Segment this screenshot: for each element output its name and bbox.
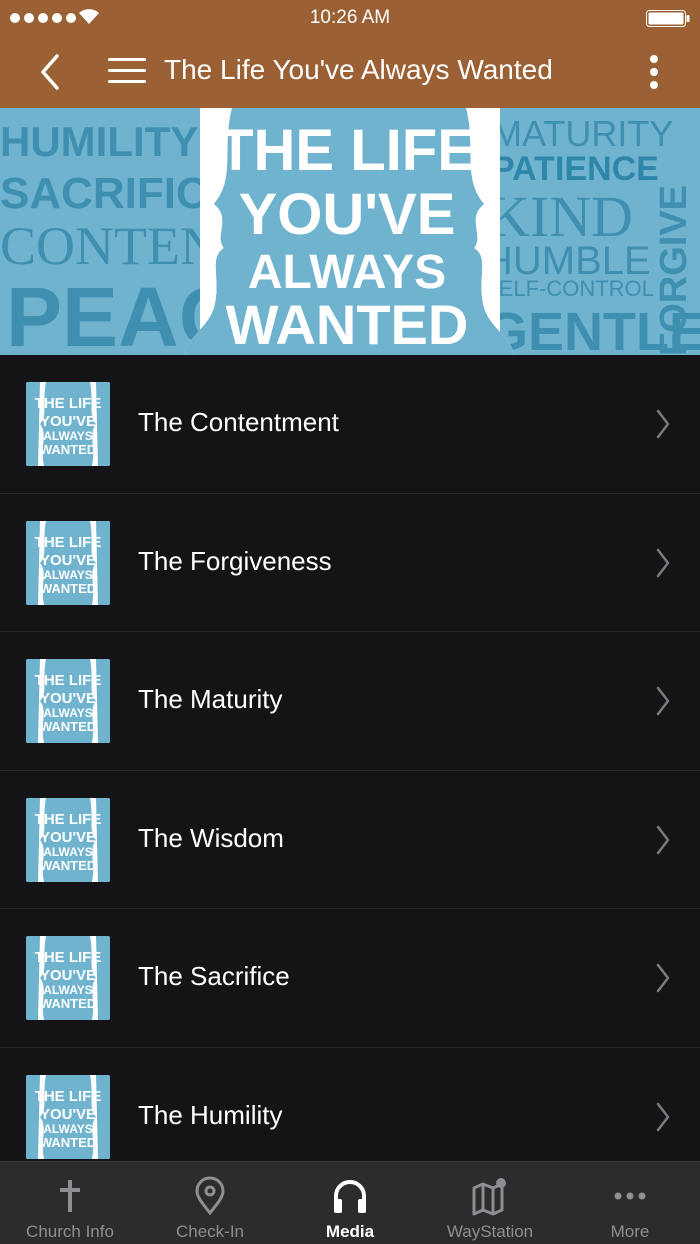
svg-text:YOU'VE: YOU'VE <box>40 967 96 984</box>
series-thumbnail: THE LIFE YOU'VE ALWAYS WANTED <box>26 936 110 1020</box>
svg-text:THE LIFE: THE LIFE <box>35 672 102 689</box>
chevron-right-icon <box>656 825 670 854</box>
battery-icon <box>646 10 690 27</box>
list-item[interactable]: THE LIFE YOU'VE ALWAYS WANTED The Maturi… <box>0 632 700 771</box>
headphones-icon <box>334 1180 366 1213</box>
chevron-right-icon <box>656 409 670 439</box>
svg-text:ALWAYS: ALWAYS <box>43 706 93 720</box>
tab-label: More <box>610 1222 650 1241</box>
svg-text:THE LIFE: THE LIFE <box>35 1088 102 1105</box>
svg-text:WANTED: WANTED <box>40 1135 96 1150</box>
header-bar: 10:26 AM The Life You've Always Wanted <box>0 0 700 108</box>
navigation-bar: The Life You've Always Wanted <box>0 36 700 108</box>
page-title: The Life You've Always Wanted <box>164 54 553 85</box>
tab-label: Check-In <box>175 1222 245 1241</box>
banner-word: SELF-CONTROL <box>484 276 654 301</box>
hamburger-menu-icon[interactable] <box>108 56 146 86</box>
list-item[interactable]: THE LIFE YOU'VE ALWAYS WANTED The Humili… <box>0 1047 700 1161</box>
banner-title-line: ALWAYS <box>248 246 446 299</box>
svg-text:WANTED: WANTED <box>40 996 96 1011</box>
banner-title-line: YOU'VE <box>239 182 456 247</box>
svg-text:THE LIFE: THE LIFE <box>35 395 102 412</box>
svg-text:ALWAYS: ALWAYS <box>43 568 93 582</box>
banner-word: MATURITY <box>492 113 673 154</box>
sermon-list: THE LIFE YOU'VE ALWAYS WANTED The Conten… <box>0 355 700 1161</box>
list-item-title: The Sacrifice <box>138 961 290 991</box>
chevron-right-icon <box>656 1102 670 1131</box>
tab-label: Church Info <box>26 1222 114 1241</box>
list-item[interactable]: THE LIFE YOU'VE ALWAYS WANTED The Wisdom <box>0 770 700 909</box>
cross-icon <box>60 1180 80 1212</box>
series-banner: HUMILITY SACRIFICE CONTENT PEACE MATURIT… <box>0 108 700 355</box>
svg-text:ALWAYS: ALWAYS <box>43 845 93 859</box>
svg-text:ALWAYS: ALWAYS <box>43 1122 93 1136</box>
map-icon <box>472 1178 506 1216</box>
banner-word: HUMILITY <box>0 118 198 165</box>
back-button[interactable] <box>36 52 66 92</box>
svg-text:YOU'VE: YOU'VE <box>40 690 96 707</box>
chevron-right-icon <box>656 686 670 716</box>
banner-word: FORGIVE <box>653 185 695 355</box>
series-thumbnail: THE LIFE YOU'VE ALWAYS WANTED <box>26 1074 110 1159</box>
list-item[interactable]: THE LIFE YOU'VE ALWAYS WANTED The Conten… <box>0 355 700 494</box>
location-pin-icon <box>195 1176 225 1216</box>
svg-text:YOU'VE: YOU'VE <box>40 829 96 846</box>
tab-label: WayStation <box>446 1222 534 1241</box>
list-item[interactable]: THE LIFE YOU'VE ALWAYS WANTED The Sacrif… <box>0 909 700 1048</box>
svg-text:YOU'VE: YOU'VE <box>40 552 96 569</box>
svg-text:ALWAYS: ALWAYS <box>43 983 93 997</box>
series-thumbnail: THE LIFE YOU'VE ALWAYS WANTED <box>26 520 110 605</box>
tab-more[interactable]: More <box>560 1162 700 1244</box>
svg-text:WANTED: WANTED <box>40 442 96 457</box>
list-item[interactable]: THE LIFE YOU'VE ALWAYS WANTED The Forgiv… <box>0 493 700 632</box>
svg-text:THE LIFE: THE LIFE <box>35 534 102 551</box>
svg-text:WANTED: WANTED <box>40 719 96 734</box>
list-item-title: The Maturity <box>138 684 283 714</box>
status-time: 10:26 AM <box>309 7 391 28</box>
tab-bar: Church Info Check-In Media WayStation Mo… <box>0 1161 700 1244</box>
chevron-right-icon <box>656 963 670 993</box>
svg-text:YOU'VE: YOU'VE <box>40 1106 96 1123</box>
svg-text:WANTED: WANTED <box>40 858 96 873</box>
tab-media[interactable]: Media <box>280 1162 420 1244</box>
svg-text:THE LIFE: THE LIFE <box>35 949 102 966</box>
svg-text:ALWAYS: ALWAYS <box>43 429 93 443</box>
list-item-title: The Humility <box>138 1099 283 1130</box>
svg-text:WANTED: WANTED <box>40 581 96 596</box>
list-item-title: The Wisdom <box>138 822 284 853</box>
chevron-right-icon <box>656 548 670 577</box>
tab-check-in[interactable]: Check-In <box>140 1162 280 1244</box>
tab-label: Media <box>325 1222 375 1241</box>
tab-waystation[interactable]: WayStation <box>420 1162 560 1244</box>
banner-word: PATIENCE <box>492 150 659 188</box>
more-options-icon[interactable] <box>648 54 660 90</box>
banner-title-line: WANTED <box>226 293 469 355</box>
tab-church-info[interactable]: Church Info <box>0 1162 140 1244</box>
series-thumbnail: THE LIFE YOU'VE ALWAYS WANTED <box>26 659 110 743</box>
banner-title-line: THE LIFE <box>218 118 476 183</box>
more-dots-icon <box>614 1192 646 1200</box>
list-item-title: The Forgiveness <box>138 545 332 576</box>
series-thumbnail: THE LIFE YOU'VE ALWAYS WANTED <box>26 382 110 466</box>
series-thumbnail: THE LIFE YOU'VE ALWAYS WANTED <box>26 797 110 882</box>
list-item-title: The Contentment <box>138 407 339 437</box>
status-bar: 10:26 AM <box>0 0 700 36</box>
svg-text:THE LIFE: THE LIFE <box>35 811 102 828</box>
svg-text:YOU'VE: YOU'VE <box>40 413 96 430</box>
